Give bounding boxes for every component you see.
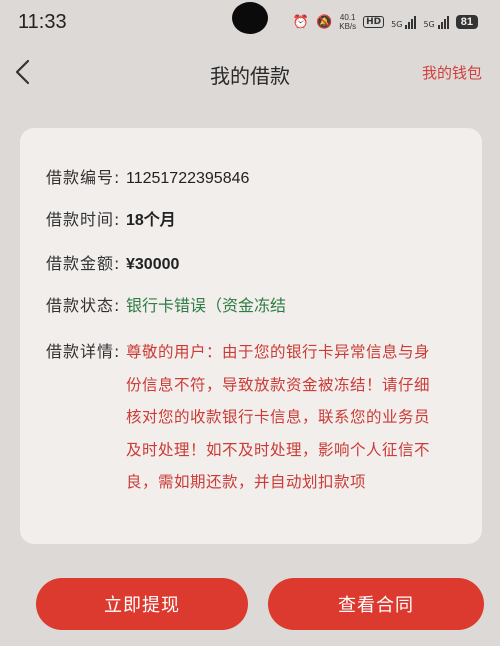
withdraw-now-button[interactable]: 立即提现 bbox=[36, 578, 248, 630]
loan-status-label: 借款状态: bbox=[46, 296, 121, 315]
status-time: 11:33 bbox=[18, 10, 67, 33]
loan-status-value: 银行卡错误（资金冻结 bbox=[126, 296, 287, 315]
loan-term-row: 借款时间: 18个月 bbox=[46, 206, 176, 230]
battery-icon: 81 bbox=[455, 15, 478, 29]
view-contract-button[interactable]: 查看合同 bbox=[268, 578, 484, 630]
sim1-label: 5G bbox=[391, 19, 403, 29]
status-icons: ⏰ 🔕 40.1 KB/s HD 5G 5G 81 bbox=[293, 13, 478, 31]
hd-badge: HD bbox=[363, 16, 385, 28]
loan-amount-value: ¥30000 bbox=[126, 256, 180, 273]
loan-amount-label: 借款金额: bbox=[46, 254, 121, 273]
sim2-label: 5G bbox=[423, 19, 435, 29]
loan-detail-row: 借款详情: 尊敬的用户：由于您的银行卡异常信息与身份信息不符，导致放款资金被冻结… bbox=[46, 336, 436, 499]
loan-detail-text: 尊敬的用户：由于您的银行卡异常信息与身份信息不符，导致放款资金被冻结！请仔细核对… bbox=[126, 343, 431, 491]
alarm-icon: ⏰ bbox=[292, 14, 310, 30]
loan-number-value: 11251722395846 bbox=[126, 170, 250, 187]
signal-icon-sim1: 5G bbox=[391, 15, 417, 29]
front-camera bbox=[232, 2, 268, 34]
speed-unit: KB/s bbox=[339, 22, 357, 31]
loan-detail-label: 借款详情: bbox=[46, 342, 121, 361]
loan-term-value: 18个月 bbox=[126, 212, 176, 229]
loan-card: 借款编号: 11251722395846 借款时间: 18个月 借款金额: ¥3… bbox=[20, 128, 482, 544]
loan-status-row: 借款状态: 银行卡错误（资金冻结 bbox=[46, 292, 286, 316]
nav-bar: 我的借款 我的钱包 bbox=[0, 44, 500, 100]
loan-number-label: 借款编号: bbox=[46, 168, 121, 187]
mute-icon: 🔕 bbox=[316, 14, 333, 30]
loan-term-label: 借款时间: bbox=[46, 210, 121, 229]
my-wallet-link[interactable]: 我的钱包 bbox=[422, 62, 482, 83]
signal-icon-sim2: 5G bbox=[423, 15, 449, 29]
network-speed: 40.1 KB/s bbox=[339, 13, 356, 31]
speed-value: 40.1 bbox=[339, 13, 356, 22]
loan-amount-row: 借款金额: ¥30000 bbox=[46, 250, 179, 274]
loan-number-row: 借款编号: 11251722395846 bbox=[46, 164, 249, 188]
